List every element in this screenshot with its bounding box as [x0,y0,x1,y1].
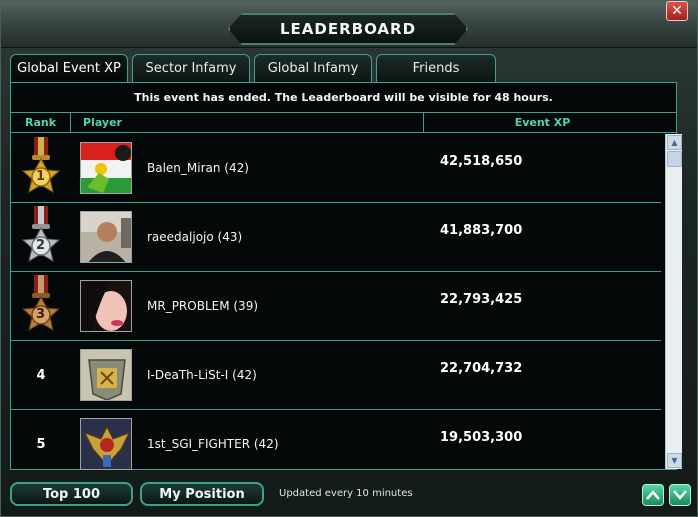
tab-bar: Global Event XP Sector Infamy Global Inf… [10,54,500,82]
chevron-down-icon [673,490,687,500]
tab-friends[interactable]: Friends [376,54,496,82]
event-xp-value: 42,518,650 [440,153,523,169]
page-up-button[interactable] [642,484,664,506]
close-button[interactable]: ✕ [666,1,688,21]
player-name[interactable]: MR_PROBLEM (39) [141,299,424,313]
rank-number: 2 [36,238,46,253]
page-down-button[interactable] [669,484,691,506]
table-row[interactable]: 2 raeedaljojo (43) 41,883,700 [11,203,661,272]
player-name[interactable]: 1st_SGI_FIGHTER (42) [141,437,424,451]
player-name[interactable]: Balen_Miran (42) [141,161,424,175]
scroll-up-arrow-icon[interactable]: ▲ [667,135,682,150]
column-player[interactable]: Player [71,113,424,132]
rank-cell: 4 [11,341,71,409]
crest-avatar-icon [80,418,132,470]
silver-medal-icon [18,206,64,268]
event-xp-value: 41,883,700 [440,222,523,238]
leaderboard-panel: This event has ended. The Leaderboard wi… [10,82,677,470]
update-frequency-note: Updated every 10 minutes [279,488,413,499]
gold-medal-icon [18,137,64,199]
table-row[interactable]: 3 MR_PROBLEM (39) 22,793,425 [11,272,661,341]
rank-number: 4 [36,367,46,383]
table-row[interactable]: 5 1st_SGI_FIGHTER (42) 19,503,300 [11,410,661,470]
column-header: Rank Player Event XP [11,113,676,133]
event-xp-value: 22,793,425 [440,291,523,307]
emblem-avatar-icon [80,349,132,401]
column-event-xp[interactable]: Event XP [424,113,661,132]
tab-global-event-xp[interactable]: Global Event XP [10,54,128,82]
table-row[interactable]: 4 I-DeaTh-LiSt-I (42) 22,704,732 [11,341,661,410]
rank-number: 1 [36,169,46,184]
tab-global-infamy[interactable]: Global Infamy [254,54,372,82]
rank-cell: 5 [11,410,71,470]
close-icon: ✕ [671,3,683,19]
rank-number: 5 [36,436,46,452]
player-name[interactable]: I-DeaTh-LiSt-I (42) [141,368,424,382]
table-row[interactable]: 1 Balen_Miran (42) 42,518,650 [11,134,661,203]
window-title: LEADERBOARD [279,20,417,38]
player-name[interactable]: raeedaljojo (43) [141,230,424,244]
scrollbar-thumb[interactable] [667,151,682,167]
tab-sector-infamy[interactable]: Sector Infamy [132,54,250,82]
my-position-button[interactable]: My Position [140,482,264,506]
chevron-up-icon [646,490,660,500]
event-xp-value: 22,704,732 [440,360,523,376]
column-rank[interactable]: Rank [11,113,71,132]
scroll-down-arrow-icon[interactable]: ▼ [667,453,682,468]
top-100-button[interactable]: Top 100 [10,482,133,506]
event-ended-notice: This event has ended. The Leaderboard wi… [11,83,676,113]
title-plate: LEADERBOARD [228,13,468,45]
rank-number: 3 [36,307,46,322]
person-avatar-icon [80,211,132,263]
face-avatar-icon [80,280,132,332]
rank-cell: 1 [11,134,71,202]
rank-cell: 2 [11,203,71,271]
leaderboard-rows[interactable]: 1 Balen_Miran (42) 42,518,650 2 raeedalj… [11,134,661,470]
rank-cell: 3 [11,272,71,340]
bronze-medal-icon [18,275,64,337]
flag-avatar-icon [80,142,132,194]
vertical-scrollbar[interactable]: ▲ ▼ [665,134,682,469]
event-xp-value: 19,503,300 [440,429,523,445]
